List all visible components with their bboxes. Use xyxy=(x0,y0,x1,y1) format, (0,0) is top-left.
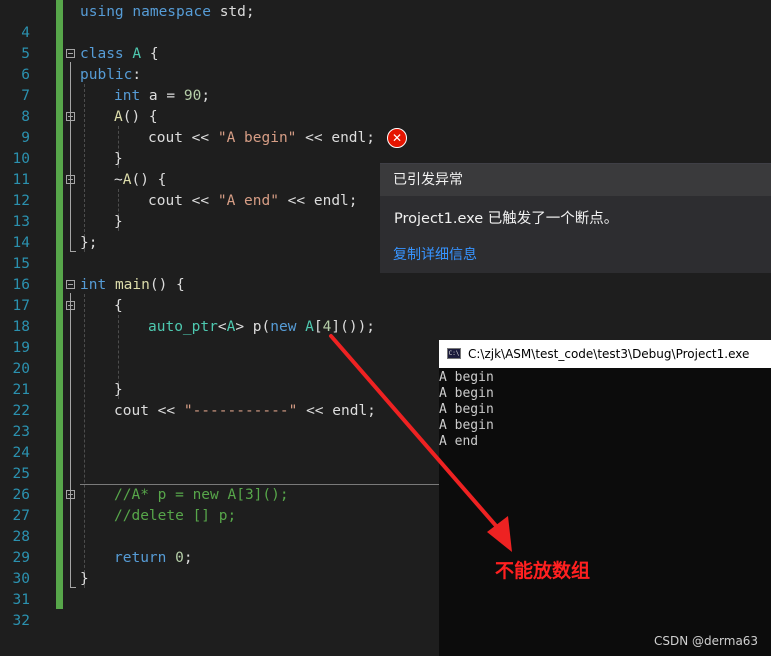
console-output-line: A end xyxy=(439,434,479,449)
code-line: 7 public: xyxy=(0,65,771,104)
code-line: 19 auto_ptr<A> p(new A[4]()); xyxy=(0,317,771,356)
collapse-toggle-icon[interactable] xyxy=(66,280,75,289)
collapse-toggle-icon[interactable] xyxy=(66,175,75,184)
code-token: > p( xyxy=(235,319,271,335)
code-token: : xyxy=(132,67,142,83)
line-number: 32 xyxy=(12,613,30,629)
code-token: 0 xyxy=(175,550,184,566)
code-token: cout << xyxy=(114,403,184,419)
code-token: ~ xyxy=(114,172,123,188)
code-token: cout << xyxy=(148,130,218,146)
code-token: << endl; xyxy=(296,130,375,146)
code-token: << endl; xyxy=(297,403,376,419)
exception-popup: 已引发异常 Project1.exe 已触发了一个断点。 复制详细信息 xyxy=(380,163,771,273)
code-token: } xyxy=(80,571,89,587)
code-token: int xyxy=(114,88,141,104)
console-window[interactable]: C:\ C:\zjk\ASM\test_code\test3\Debug\Pro… xyxy=(439,340,771,656)
code-token: () { xyxy=(122,109,158,125)
code-line: 8 int a = 90; xyxy=(0,86,771,125)
code-token: return xyxy=(114,550,167,566)
code-token: "A end" xyxy=(217,193,279,209)
console-output-line: A begin xyxy=(439,402,494,417)
collapse-toggle-icon[interactable] xyxy=(66,112,75,121)
copy-details-link[interactable]: 复制详细信息 xyxy=(393,244,477,264)
code-token: { xyxy=(141,46,159,62)
code-token: "-----------" xyxy=(183,403,298,419)
console-output: A begin A begin A begin A begin A end xyxy=(439,370,494,450)
code-token: () { xyxy=(131,172,167,188)
console-output-line: A begin xyxy=(439,370,494,385)
code-token: main xyxy=(114,277,150,293)
code-token: using xyxy=(80,4,124,20)
console-output-line: A begin xyxy=(439,418,494,433)
code-token: namespace xyxy=(132,4,211,20)
code-token: { xyxy=(114,298,123,314)
code-line: 10 cout << "A begin" << endl; xyxy=(0,128,771,167)
code-line: 9 A() { xyxy=(0,107,771,146)
code-token: A xyxy=(305,319,314,335)
code-token: class xyxy=(80,46,124,62)
code-token: cout << xyxy=(148,193,218,209)
code-token: A xyxy=(132,46,142,62)
code-token: public xyxy=(80,67,133,83)
code-token: } xyxy=(114,382,123,398)
code-token: 90 xyxy=(183,88,202,104)
code-token: ; xyxy=(201,88,211,104)
code-token: < xyxy=(217,319,227,335)
code-token: A xyxy=(114,109,123,125)
code-token: A xyxy=(226,319,236,335)
code-line: 4 using namespace std; xyxy=(0,2,771,41)
code-token: std; xyxy=(210,4,255,20)
code-token: ]()); xyxy=(331,319,376,335)
code-token: //delete [] p; xyxy=(114,508,237,524)
console-output-line: A begin xyxy=(439,386,494,401)
code-token: a = xyxy=(140,88,184,104)
code-line: 6 class A { xyxy=(0,44,771,83)
collapse-toggle-icon[interactable] xyxy=(66,301,75,310)
console-app-icon: C:\ xyxy=(447,348,461,359)
console-window-title: C:\zjk\ASM\test_code\test3\Debug\Project… xyxy=(468,347,750,361)
code-token: ; xyxy=(183,550,193,566)
annotation-label: 不能放数组 xyxy=(495,560,591,582)
code-token: } xyxy=(114,214,123,230)
code-token: }; xyxy=(80,235,98,251)
error-icon: ✕ xyxy=(387,128,407,148)
code-token: } xyxy=(114,151,123,167)
code-token: "A begin" xyxy=(217,130,297,146)
code-token: << endl; xyxy=(278,193,358,209)
code-token: auto_ptr xyxy=(148,319,218,335)
code-line: 18 { xyxy=(0,296,771,335)
watermark: CSDN @derma63 xyxy=(654,634,759,648)
code-token: //A* p = new A[3](); xyxy=(114,487,289,503)
code-line: 17 int main() { xyxy=(0,275,771,314)
collapse-toggle-icon[interactable] xyxy=(66,49,75,58)
exception-popup-title: 已引发异常 xyxy=(380,164,771,196)
console-title-bar[interactable]: C:\ C:\zjk\ASM\test_code\test3\Debug\Pro… xyxy=(439,340,771,368)
code-line: 5 xyxy=(0,23,771,62)
code-token: [ xyxy=(313,319,323,335)
exception-message: Project1.exe 已触发了一个断点。 xyxy=(394,211,619,227)
code-token: () { xyxy=(149,277,185,293)
code-token: int xyxy=(80,277,107,293)
collapse-toggle-icon[interactable] xyxy=(66,490,75,499)
code-token: new xyxy=(270,319,297,335)
